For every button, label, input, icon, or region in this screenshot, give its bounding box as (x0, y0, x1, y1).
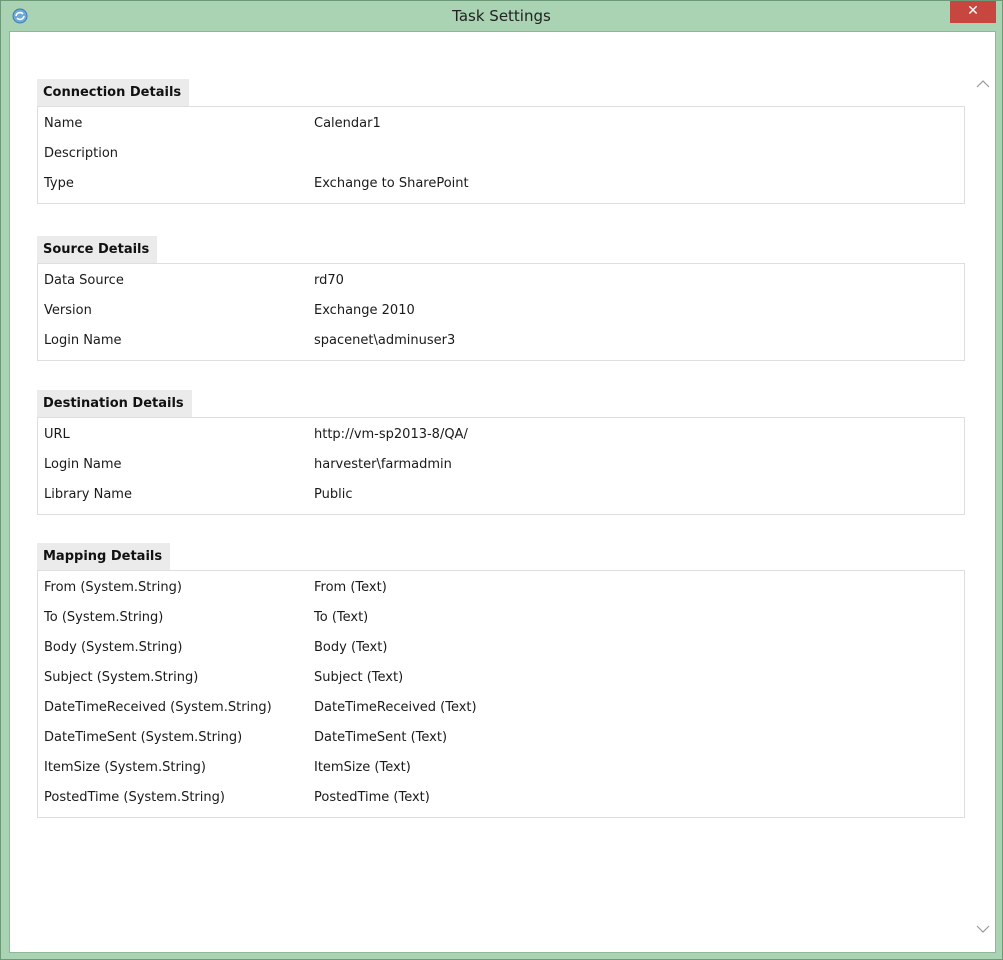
window-title: Task Settings (452, 7, 551, 25)
close-button[interactable]: ✕ (950, 1, 996, 23)
table-row: Version Exchange 2010 (38, 296, 964, 326)
table-row: DateTimeReceived (System.String) DateTim… (38, 693, 964, 723)
details-table: Data Source rd70 Version Exchange 2010 L… (37, 263, 965, 361)
row-label: To (System.String) (44, 610, 164, 625)
row-label: DateTimeReceived (System.String) (44, 700, 272, 715)
table-row: From (System.String) From (Text) (38, 573, 964, 603)
row-value: DateTimeSent (Text) (314, 730, 448, 745)
row-label: Description (44, 146, 119, 161)
section-title: Connection Details (37, 79, 190, 106)
table-row: URL http://vm-sp2013-8/QA/ (38, 420, 964, 450)
row-label: URL (44, 427, 70, 442)
table-row: Data Source rd70 (38, 266, 964, 296)
table-row: Body (System.String) Body (Text) (38, 633, 964, 663)
row-value: Body (Text) (314, 640, 388, 655)
row-value: spacenet\adminuser3 (314, 333, 456, 348)
table-row: To (System.String) To (Text) (38, 603, 964, 633)
row-value: Subject (Text) (314, 670, 404, 685)
row-label: From (System.String) (44, 580, 182, 595)
row-value: Public (314, 487, 353, 502)
row-value: From (Text) (314, 580, 387, 595)
details-table: URL http://vm-sp2013-8/QA/ Login Name ha… (37, 417, 965, 515)
row-value: PostedTime (Text) (314, 790, 430, 805)
row-label: Body (System.String) (44, 640, 183, 655)
row-label: PostedTime (System.String) (44, 790, 225, 805)
section-title: Destination Details (37, 390, 192, 417)
destination-details-section: Destination Details URL http://vm-sp2013… (37, 390, 965, 515)
title-bar[interactable]: Task Settings ✕ (1, 1, 1002, 31)
section-title: Source Details (37, 236, 158, 263)
close-icon: ✕ (967, 3, 979, 19)
row-label: Library Name (44, 487, 132, 502)
row-value: rd70 (314, 273, 344, 288)
row-label: Data Source (44, 273, 124, 288)
row-value: DateTimeReceived (Text) (314, 700, 477, 715)
details-table: Name Calendar1 Description Type Exchange… (37, 106, 965, 204)
chevron-down-icon[interactable] (975, 921, 991, 937)
row-value: Exchange to SharePoint (314, 176, 469, 191)
row-value: Exchange 2010 (314, 303, 415, 318)
table-row: Login Name spacenet\adminuser3 (38, 326, 964, 356)
row-value: Calendar1 (314, 116, 381, 131)
row-label: DateTimeSent (System.String) (44, 730, 243, 745)
table-row: Login Name harvester\farmadmin (38, 450, 964, 480)
row-label: Subject (System.String) (44, 670, 199, 685)
row-label: Name (44, 116, 83, 131)
mapping-details-section: Mapping Details From (System.String) Fro… (37, 543, 965, 818)
table-row: Subject (System.String) Subject (Text) (38, 663, 964, 693)
table-row: Type Exchange to SharePoint (38, 169, 964, 199)
row-label: Login Name (44, 333, 122, 348)
table-row: ItemSize (System.String) ItemSize (Text) (38, 753, 964, 783)
row-value: To (Text) (314, 610, 369, 625)
table-row: DateTimeSent (System.String) DateTimeSen… (38, 723, 964, 753)
connection-details-section: Connection Details Name Calendar1 Descri… (37, 79, 965, 204)
row-label: Version (44, 303, 92, 318)
section-title: Mapping Details (37, 543, 171, 570)
table-row: Description (38, 139, 964, 169)
row-label: ItemSize (System.String) (44, 760, 206, 775)
task-settings-window: Task Settings ✕ Connection Details Name … (0, 0, 1003, 960)
row-label: Type (44, 176, 74, 191)
row-value: harvester\farmadmin (314, 457, 452, 472)
source-details-section: Source Details Data Source rd70 Version … (37, 236, 965, 361)
content-area[interactable]: Connection Details Name Calendar1 Descri… (9, 31, 996, 953)
row-value: http://vm-sp2013-8/QA/ (314, 427, 468, 442)
table-row: PostedTime (System.String) PostedTime (T… (38, 783, 964, 813)
table-row: Library Name Public (38, 480, 964, 510)
table-row: Name Calendar1 (38, 109, 964, 139)
details-table: From (System.String) From (Text) To (Sys… (37, 570, 965, 818)
chevron-up-icon[interactable] (975, 76, 991, 92)
row-label: Login Name (44, 457, 122, 472)
row-value: ItemSize (Text) (314, 760, 411, 775)
